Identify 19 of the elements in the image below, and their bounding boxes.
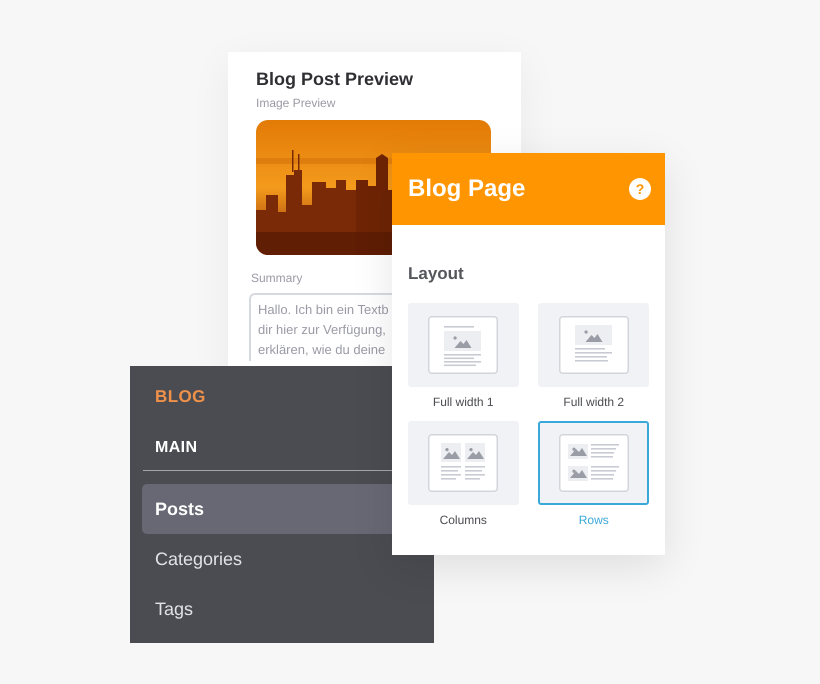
option-label: Columns <box>440 512 487 529</box>
page-layout-icon <box>428 434 498 492</box>
section-heading: MAIN <box>155 439 198 456</box>
field-label: Summary <box>251 271 302 285</box>
card-title: Blog Post Preview <box>256 68 414 90</box>
page-layout-icon <box>558 316 629 374</box>
sidebar-item[interactable]: Tags <box>142 584 392 634</box>
option-label: Full width 2 <box>563 394 624 411</box>
layout-option[interactable] <box>538 421 650 505</box>
page-layout-icon <box>428 316 498 374</box>
sidebar-item[interactable]: Posts <box>142 484 392 534</box>
option-label: Rows <box>578 512 609 529</box>
sidebar-heading: BLOG <box>154 386 206 408</box>
section-heading: Layout <box>408 263 464 285</box>
panel-title: Blog Page <box>408 174 526 204</box>
option-label: Full width 1 <box>432 394 494 411</box>
sidebar-item[interactable]: Categories <box>142 534 392 584</box>
field-label: Image Preview <box>256 95 336 112</box>
page-layout-icon <box>558 434 629 492</box>
